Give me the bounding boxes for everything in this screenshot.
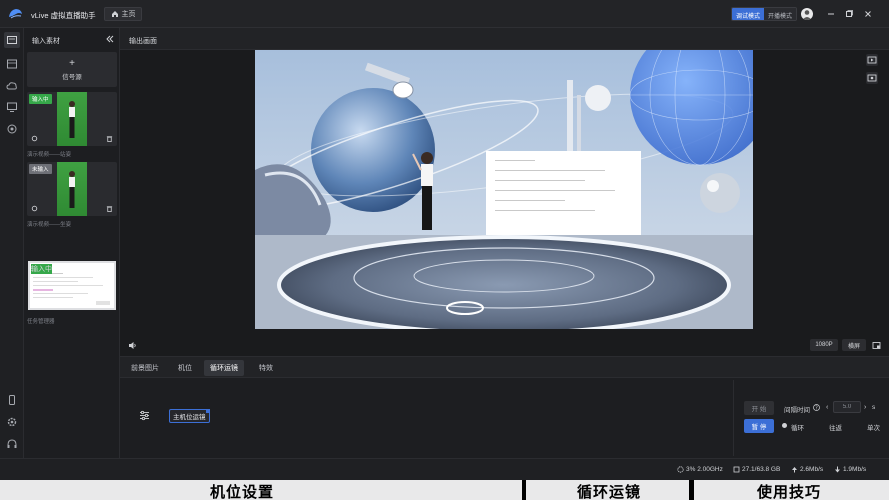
green-screen-thumbnail [57, 162, 87, 216]
phone-icon[interactable] [6, 394, 18, 406]
pause-button[interactable]: 暂 停 [744, 419, 774, 433]
app-logo-icon [9, 9, 22, 19]
cloud-icon[interactable] [6, 80, 18, 92]
status-badge: 输入中 [31, 264, 52, 274]
interval-unit: s [872, 404, 876, 411]
add-source-label: 信号源 [62, 73, 82, 81]
help-icon[interactable]: ? [813, 404, 820, 411]
caption-strip: 机位设置 循环运镜 使用技巧 [0, 480, 889, 500]
presenter-figure-icon [69, 101, 75, 138]
cpu-value: 3% 2.00GHz [686, 466, 723, 473]
source-caption: 演示视频——站姿 [27, 152, 72, 158]
cpu-icon [677, 466, 684, 473]
camera-settings-icon[interactable] [6, 123, 18, 135]
source-card-sitting[interactable]: 未输入 [27, 162, 117, 216]
caption-tips: 使用技巧 [757, 483, 822, 500]
disk-value: 27.1/63.8 GB [742, 466, 781, 473]
close-icon[interactable] [862, 8, 874, 20]
orientation-button[interactable]: 横屏 [842, 339, 866, 351]
mode-switch: 调试模式 开播模式 [731, 7, 798, 21]
upload-stat: 2.6Mb/s [791, 466, 823, 473]
download-value: 1.9Mb/s [843, 466, 867, 473]
output-preview[interactable] [255, 50, 753, 329]
collapse-icon[interactable] [105, 34, 115, 44]
gear-icon[interactable] [31, 205, 38, 212]
image-icon[interactable] [866, 72, 878, 84]
volume-icon[interactable] [128, 341, 137, 350]
mode-option-loop[interactable]: 循环 [791, 422, 804, 432]
status-badge: 输入中 [29, 94, 52, 104]
headset-icon[interactable] [6, 438, 18, 450]
video-icon[interactable] [866, 54, 878, 66]
interval-input[interactable] [833, 401, 861, 413]
caption-loop-camera: 循环运镜 [577, 483, 642, 500]
user-avatar-icon [802, 10, 812, 20]
input-material-panel: 输入素材 + 信号源 输入中 演示视频——站姿 未输入 演示视频——坐姿 输入中… [24, 28, 120, 458]
tab-loop-camera[interactable]: 循环运镜 [204, 360, 244, 376]
loop-controls: 开 始 暂 停 间隔时间 ? ‹ › s 循环 往返 单次 [733, 380, 889, 456]
virtual-studio-scene [255, 50, 753, 329]
home-tab[interactable]: 主页 [104, 7, 142, 21]
icon-rail [0, 28, 24, 458]
disk-icon [733, 466, 740, 473]
output-area: 1080P 横屏 [120, 50, 889, 356]
output-header: 输出画面 [120, 28, 889, 50]
source-caption: 演示视频——坐姿 [27, 222, 72, 228]
layout-icon[interactable] [6, 58, 18, 70]
source-card-task-manager[interactable]: 输入中 [28, 261, 116, 310]
avatar[interactable] [801, 8, 813, 20]
chevron-right-icon[interactable]: › [864, 404, 866, 411]
chevron-left-icon[interactable]: ‹ [826, 404, 828, 411]
feature-tabs: 前景图片 机位 循环运镜 特效 [120, 356, 889, 378]
status-bar: 3% 2.00GHz 27.1/63.8 GB 2.6Mb/s 1.9Mb/s [0, 458, 889, 480]
status-badge: 未输入 [29, 164, 52, 174]
input-panel-title: 输入素材 [32, 38, 60, 45]
caption-camera-setup: 机位设置 [210, 483, 275, 500]
add-source-button[interactable]: + 信号源 [27, 52, 117, 87]
selected-corner-icon [205, 409, 210, 413]
plus-icon: + [69, 57, 75, 69]
output-title: 输出画面 [129, 38, 157, 45]
gear-icon[interactable] [6, 416, 18, 428]
resolution-button[interactable]: 1080P [810, 339, 838, 351]
sliders-icon[interactable] [139, 410, 150, 421]
live-mode-button[interactable]: 开播模式 [764, 8, 797, 20]
fullscreen-icon[interactable] [872, 341, 881, 350]
home-icon [111, 11, 118, 17]
start-button[interactable]: 开 始 [744, 401, 774, 415]
main-camera-chip[interactable]: 主机位运镜 [169, 409, 210, 423]
trash-icon[interactable] [106, 135, 113, 142]
mode-option-roundtrip[interactable]: 往返 [829, 422, 842, 432]
rail-input-button[interactable] [4, 32, 20, 48]
tab-effects[interactable]: 特效 [253, 360, 279, 376]
debug-mode-button[interactable]: 调试模式 [732, 8, 765, 20]
gear-icon[interactable] [31, 135, 38, 142]
presenter-figure-icon [69, 171, 75, 208]
home-tab-label: 主页 [121, 11, 136, 18]
download-stat: 1.9Mb/s [834, 466, 866, 473]
app-title: vLive 虚拟直播助手 [31, 11, 96, 20]
radio-selected-icon[interactable] [782, 423, 787, 428]
trash-icon[interactable] [106, 205, 113, 212]
tab-camera[interactable]: 机位 [172, 360, 198, 376]
maximize-icon[interactable] [843, 8, 855, 20]
minimize-icon[interactable] [825, 8, 837, 20]
disk-stat: 27.1/63.8 GB [733, 466, 780, 473]
green-screen-thumbnail [57, 92, 87, 146]
cpu-stat: 3% 2.00GHz [677, 466, 723, 473]
upload-icon [792, 467, 797, 473]
svg-text:?: ? [815, 405, 818, 411]
title-bar: vLive 虚拟直播助手 主页 调试模式 开播模式 [0, 0, 889, 28]
upload-value: 2.6Mb/s [800, 466, 824, 473]
interval-label: 间隔时间 [784, 407, 810, 414]
mode-option-once[interactable]: 单次 [867, 422, 880, 432]
download-icon [835, 466, 840, 473]
camera-chip-label: 主机位运镜 [173, 414, 206, 421]
loop-camera-panel: 主机位运镜 开 始 暂 停 间隔时间 ? ‹ › s 循环 往返 单次 [120, 378, 889, 458]
tab-foreground[interactable]: 前景图片 [125, 360, 165, 376]
source-card-standing[interactable]: 输入中 [27, 92, 117, 146]
source-caption: 任务管理器 [27, 319, 55, 325]
input-source-icon [7, 36, 17, 44]
monitor-icon[interactable] [6, 101, 18, 113]
